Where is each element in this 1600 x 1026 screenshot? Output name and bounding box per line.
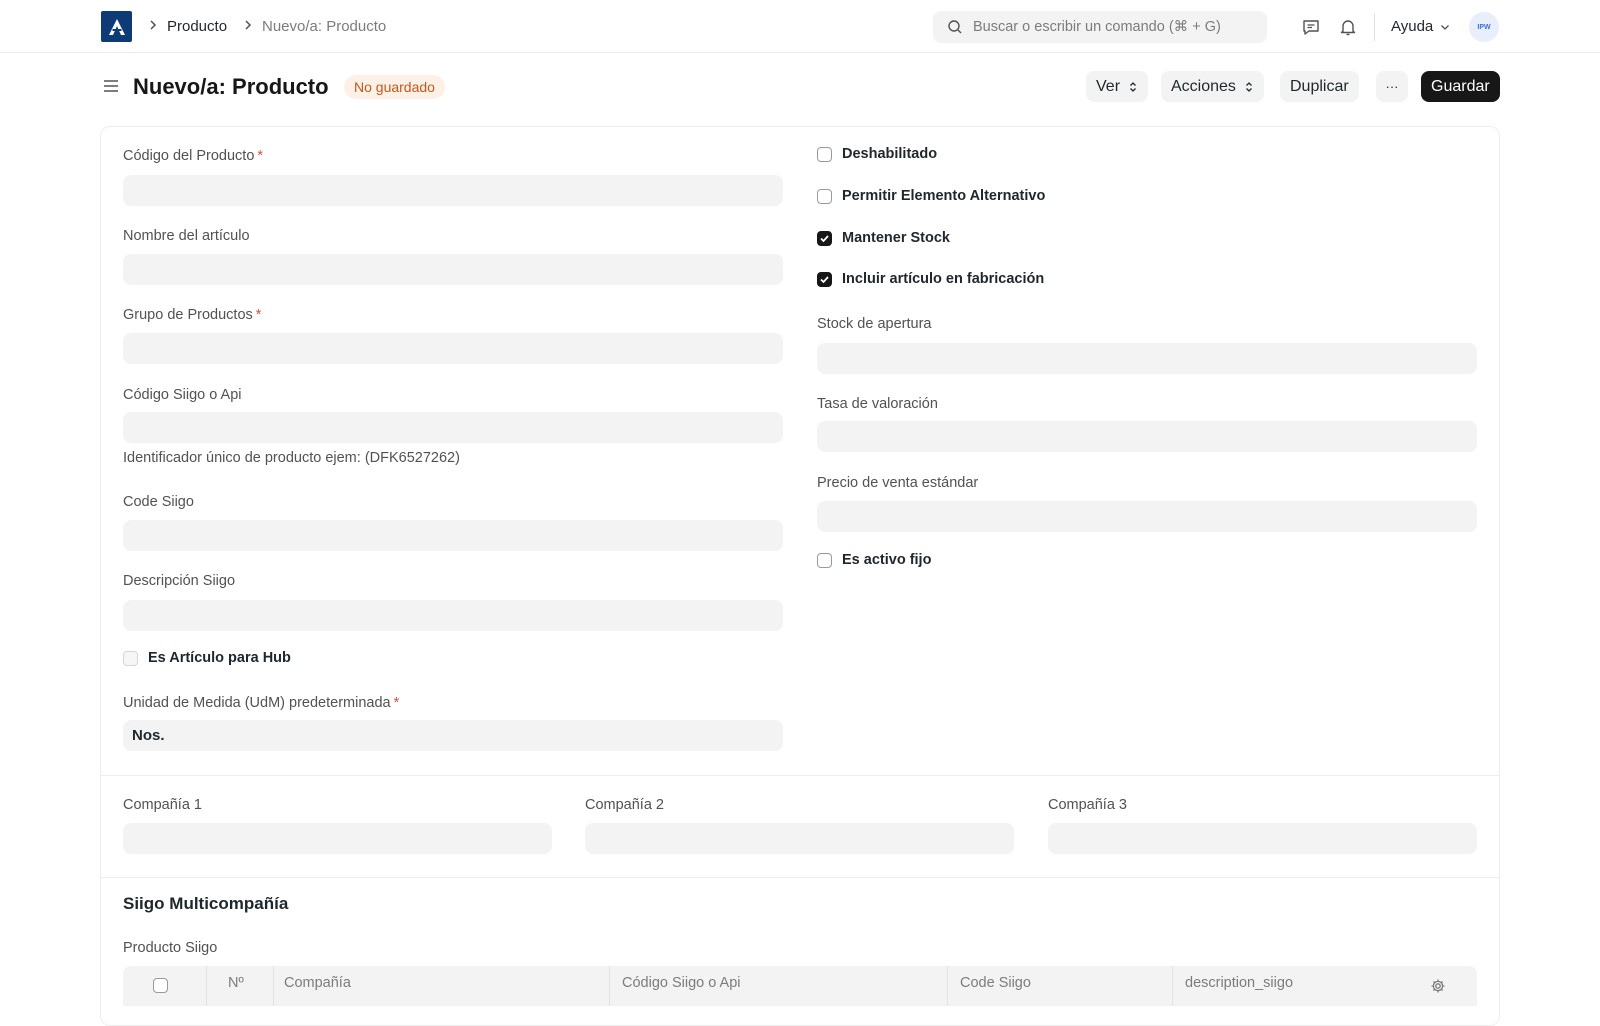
breadcrumb-item-current: Nuevo/a: Producto [262, 18, 387, 35]
allow-alternative-label: Permitir Elemento Alternativo [842, 188, 1046, 204]
company-2-input[interactable] [585, 823, 1014, 854]
disabled-checkbox[interactable] [817, 146, 832, 162]
siigo-table-header: Nº Compañía Código Siigo o Api Code Siig… [123, 966, 1477, 1006]
maintain-stock-label: Mantener Stock [842, 230, 950, 246]
allow-alternative-checkbox-row[interactable]: Permitir Elemento Alternativo [817, 188, 1045, 204]
navbar: Producto Nuevo/a: Producto Ayuda IPW [0, 0, 1600, 53]
hub-item-checkbox[interactable] [123, 650, 138, 666]
maintain-stock-checkbox[interactable] [817, 230, 832, 246]
item-name-input[interactable] [123, 254, 783, 285]
siigo-api-code-label: Código Siigo o Api [123, 387, 242, 403]
chevron-down-icon [1441, 24, 1450, 30]
item-name-label: Nombre del artículo [123, 228, 250, 244]
code-siigo-input[interactable] [123, 520, 783, 551]
more-icon: ··· [1385, 79, 1399, 94]
disabled-label: Deshabilitado [842, 146, 938, 162]
company-1-input[interactable] [123, 823, 552, 854]
fixed-asset-checkbox-row[interactable]: Es activo fijo [817, 552, 931, 568]
item-code-label: Código del Producto * [123, 148, 264, 164]
view-button-label: Ver [1096, 78, 1121, 95]
section-divider [100, 877, 1500, 878]
uom-input[interactable] [123, 720, 783, 751]
section-divider [100, 775, 1500, 776]
standard-rate-label: Precio de venta estándar [817, 475, 979, 491]
uom-label: Unidad de Medida (UdM) predeterminada * [123, 695, 400, 711]
search-input[interactable] [973, 19, 1263, 35]
allow-alternative-checkbox[interactable] [817, 188, 832, 204]
page-title: Nuevo/a: Producto [133, 74, 329, 99]
hub-item-checkbox-row[interactable]: Es Artículo para Hub [123, 650, 291, 666]
column-header-code-siigo: Code Siigo [960, 975, 1031, 991]
disabled-checkbox-row[interactable]: Deshabilitado [817, 146, 937, 162]
description-siigo-input[interactable] [123, 600, 783, 631]
select-all-checkbox[interactable] [153, 978, 168, 993]
save-button-label: Guardar [1431, 78, 1490, 95]
company-1-label: Compañía 1 [123, 797, 202, 813]
chevron-right-icon [245, 20, 252, 30]
company-2-label: Compañía 2 [585, 797, 664, 813]
save-button[interactable]: Guardar [1421, 71, 1500, 102]
item-group-label: Grupo de Productos * [123, 307, 262, 323]
column-header-description-siigo: description_siigo [1185, 975, 1294, 991]
gear-icon[interactable] [1430, 978, 1446, 994]
user-avatar[interactable]: IPW [1469, 12, 1499, 42]
view-button[interactable]: Ver [1086, 71, 1149, 102]
chevron-updown-icon [1130, 81, 1136, 92]
column-header-no: Nº [228, 975, 244, 991]
siigo-table-label: Producto Siigo [123, 940, 218, 956]
check-icon [820, 234, 829, 242]
more-options-button[interactable]: ··· [1376, 71, 1408, 102]
company-3-input[interactable] [1048, 823, 1477, 854]
column-header-company: Compañía [284, 975, 351, 991]
siigo-api-code-input[interactable] [123, 412, 783, 443]
column-header-siigo-api-code: Código Siigo o Api [622, 975, 741, 991]
standard-rate-input[interactable] [817, 501, 1477, 532]
code-siigo-label: Code Siigo [123, 494, 194, 510]
actions-button-label: Acciones [1171, 78, 1236, 95]
navbar-divider [1374, 13, 1375, 41]
status-badge: No guardado [344, 75, 445, 99]
fixed-asset-checkbox[interactable] [817, 552, 832, 568]
item-code-input[interactable] [123, 175, 783, 206]
bell-icon[interactable] [1338, 17, 1358, 37]
app-logo[interactable] [101, 11, 132, 42]
valuation-rate-input[interactable] [817, 421, 1477, 452]
logo-icon [108, 18, 125, 35]
duplicate-button-label: Duplicar [1290, 78, 1349, 95]
breadcrumb-item-producto[interactable]: Producto [167, 18, 227, 36]
opening-stock-label: Stock de apertura [817, 316, 932, 332]
sidebar-toggle-icon[interactable] [102, 77, 120, 95]
hub-item-label: Es Artículo para Hub [148, 650, 291, 666]
fixed-asset-label: Es activo fijo [842, 552, 932, 568]
siigo-section-title: Siigo Multicompañía [123, 894, 289, 913]
include-manufacturing-label: Incluir artículo en fabricación [842, 271, 1045, 287]
help-dropdown[interactable]: Ayuda [1391, 18, 1451, 35]
maintain-stock-checkbox-row[interactable]: Mantener Stock [817, 230, 950, 246]
search-bar[interactable] [933, 11, 1267, 43]
include-manufacturing-checkbox-row[interactable]: Incluir artículo en fabricación [817, 271, 1044, 287]
item-group-input[interactable] [123, 333, 783, 364]
actions-button[interactable]: Acciones [1161, 71, 1264, 102]
valuation-rate-label: Tasa de valoración [817, 396, 938, 412]
chat-icon[interactable] [1301, 17, 1321, 37]
chevron-updown-icon [1245, 81, 1252, 92]
check-icon [820, 275, 829, 283]
duplicate-button[interactable]: Duplicar [1280, 71, 1359, 102]
help-label: Ayuda [1391, 18, 1434, 35]
opening-stock-input[interactable] [817, 343, 1477, 374]
search-icon [948, 20, 962, 34]
company-3-label: Compañía 3 [1048, 797, 1127, 813]
description-siigo-label: Descripción Siigo [123, 573, 236, 589]
include-manufacturing-checkbox[interactable] [817, 271, 832, 287]
siigo-api-code-help: Identificador único de producto ejem: (D… [123, 450, 460, 466]
chevron-right-icon [150, 20, 157, 30]
